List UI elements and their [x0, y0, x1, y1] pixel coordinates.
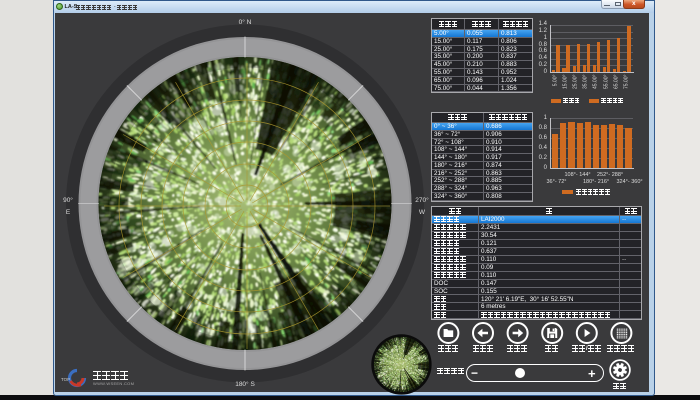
svg-text:TOP: TOP: [61, 377, 70, 382]
